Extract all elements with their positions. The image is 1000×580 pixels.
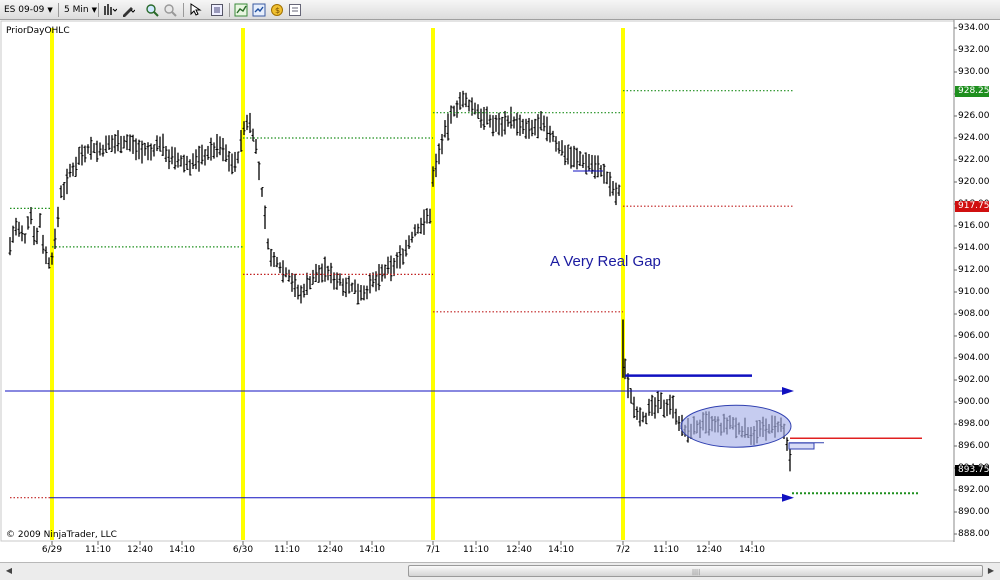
- arrow-right-icon: [782, 493, 794, 502]
- price-chart[interactable]: [0, 20, 1000, 562]
- copyright-label: © 2009 NinjaTrader, LLC: [6, 530, 117, 540]
- horizontal-scrollbar[interactable]: ◀ |||| ▶: [0, 562, 1000, 580]
- price-axis-label: 924.00: [958, 133, 990, 143]
- price-axis-label: 914.00: [958, 243, 990, 253]
- price-axis-label: 926.00: [958, 111, 990, 121]
- price-axis-label: 896.00: [958, 441, 990, 451]
- price-axis-label: 932.00: [958, 45, 990, 55]
- interval-selector[interactable]: 5 Min ▼: [64, 3, 97, 17]
- price-axis-label: 890.00: [958, 507, 990, 517]
- time-axis-label: 14:10: [359, 545, 385, 555]
- coins-icon[interactable]: $: [270, 3, 284, 17]
- data-box-icon[interactable]: [288, 3, 302, 17]
- price-axis-label: 906.00: [958, 331, 990, 341]
- interval-label: 5 Min: [64, 5, 89, 15]
- range-box: [788, 442, 815, 450]
- price-axis-label: 908.00: [958, 309, 990, 319]
- price-axis-label: 910.00: [958, 287, 990, 297]
- price-axis-label: 898.00: [958, 419, 990, 429]
- chevron-down-icon: ▼: [91, 6, 97, 14]
- time-axis-label: 14:10: [739, 545, 765, 555]
- chart-annotation: A Very Real Gap: [550, 253, 661, 270]
- price-axis-label: 934.00: [958, 23, 990, 33]
- strategies-icon[interactable]: [252, 3, 266, 17]
- zoom-in-icon[interactable]: [145, 3, 159, 17]
- instrument-selector[interactable]: ES 09-09 ▼: [4, 3, 53, 17]
- price-axis-label: 912.00: [958, 265, 990, 275]
- toolbar-separator: [229, 3, 230, 17]
- scroll-right-icon[interactable]: ▶: [984, 565, 998, 577]
- price-tag: 928.25: [955, 85, 990, 97]
- price-axis-label: 922.00: [958, 155, 990, 165]
- time-axis-label: 7/2: [615, 545, 631, 555]
- indicator-label: PriorDayOHLC: [6, 26, 70, 36]
- scroll-left-icon[interactable]: ◀: [2, 565, 16, 577]
- cursor-icon[interactable]: [188, 3, 202, 17]
- toolbar-separator: [98, 3, 99, 17]
- time-axis-label: 11:10: [463, 545, 489, 555]
- time-axis-label: 12:40: [317, 545, 343, 555]
- price-axis-label: 904.00: [958, 353, 990, 363]
- toolbar-separator: [183, 3, 184, 17]
- time-axis-label: 11:10: [274, 545, 300, 555]
- time-axis-label: 12:40: [127, 545, 153, 555]
- drawing-tool-icon[interactable]: [121, 3, 135, 17]
- time-axis-label: 12:40: [506, 545, 532, 555]
- toolbar-separator: [58, 3, 59, 17]
- bar-type-icon[interactable]: [103, 3, 117, 17]
- time-axis-label: 12:40: [696, 545, 722, 555]
- time-axis-label: 11:10: [653, 545, 679, 555]
- arrow-right-icon: [782, 387, 794, 395]
- indicators-icon[interactable]: [234, 3, 248, 17]
- price-tag: 893.75: [955, 465, 990, 477]
- range-ellipse: [680, 404, 792, 448]
- price-axis-label: 916.00: [958, 221, 990, 231]
- chart-toolbar: ES 09-09 ▼ 5 Min ▼ $: [0, 0, 1000, 20]
- time-axis-label: 14:10: [169, 545, 195, 555]
- plot-frame: [0, 20, 955, 542]
- time-axis-label: 11:10: [85, 545, 111, 555]
- scrollbar-thumb[interactable]: ||||: [408, 565, 983, 577]
- time-axis-label: 7/1: [425, 545, 441, 555]
- grip-icon: ||||: [692, 569, 701, 576]
- zoom-out-icon[interactable]: [163, 3, 177, 17]
- price-axis-label: 920.00: [958, 177, 990, 187]
- svg-text:$: $: [275, 6, 280, 15]
- time-axis-label: 6/30: [232, 545, 254, 555]
- price-axis-label: 902.00: [958, 375, 990, 385]
- properties-icon[interactable]: [210, 3, 224, 17]
- time-axis-label: 14:10: [548, 545, 574, 555]
- time-axis-label: 6/29: [41, 545, 63, 555]
- price-axis-label: 892.00: [958, 485, 990, 495]
- price-axis-label: 888.00: [958, 529, 990, 539]
- price-axis-label: 930.00: [958, 67, 990, 77]
- instrument-label: ES 09-09: [4, 5, 45, 15]
- chevron-down-icon: ▼: [47, 6, 53, 14]
- price-axis-label: 900.00: [958, 397, 990, 407]
- price-tag: 917.75: [955, 201, 990, 213]
